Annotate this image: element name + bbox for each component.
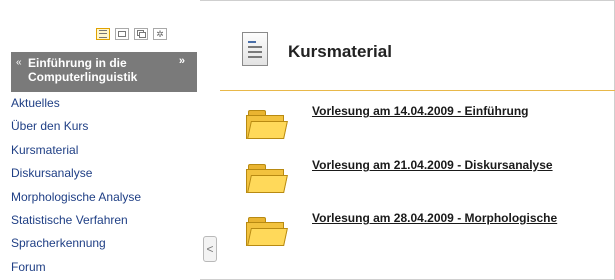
title-divider — [220, 90, 615, 91]
window-view-icon[interactable] — [115, 28, 129, 40]
folder-link[interactable]: Vorlesung am 28.04.2009 - Morphologische — [312, 211, 557, 225]
expand-icon[interactable]: » — [179, 55, 185, 67]
folder-item[interactable]: Vorlesung am 28.04.2009 - Morphologische — [246, 211, 615, 251]
folder-link[interactable]: Vorlesung am 21.04.2009 - Diskursanalyse — [312, 158, 553, 172]
folder-icon[interactable] — [246, 217, 288, 247]
course-header[interactable]: « Einführung in die Computerlinguistik » — [11, 52, 197, 92]
sidebar-item-morphologische-analyse[interactable]: Morphologische Analyse — [11, 187, 141, 210]
sidebar-item-statistische-verfahren[interactable]: Statistische Verfahren — [11, 210, 141, 233]
sidebar-item-ueber-den-kurs[interactable]: Über den Kurs — [11, 116, 141, 139]
chevron-left-icon: < — [206, 242, 214, 256]
sidebar-item-forum[interactable]: Forum — [11, 257, 141, 280]
folder-item[interactable]: Vorlesung am 14.04.2009 - Einführung — [246, 104, 615, 144]
folder-link[interactable]: Vorlesung am 14.04.2009 - Einführung — [312, 104, 529, 118]
sidebar-item-aktuelles[interactable]: Aktuelles — [11, 93, 141, 116]
page-title: Kursmaterial — [288, 42, 392, 61]
folder-icon[interactable] — [246, 110, 288, 140]
course-title: Einführung in die Computerlinguistik — [28, 56, 138, 84]
multi-window-icon[interactable] — [134, 28, 148, 40]
view-toggle-group: ✲ — [96, 28, 167, 40]
sidebar-item-kursmaterial[interactable]: Kursmaterial — [11, 140, 141, 163]
sidebar-item-spracherkennung[interactable]: Spracherkennung — [11, 233, 141, 256]
sidebar-item-diskursanalyse[interactable]: Diskursanalyse — [11, 163, 141, 186]
settings-icon[interactable]: ✲ — [153, 28, 167, 40]
collapse-up-icon[interactable]: « — [16, 57, 22, 68]
main-content: Kursmaterial Vorlesung am 14.04.2009 - E… — [220, 0, 615, 280]
collapse-sidebar-button[interactable]: < — [203, 236, 217, 262]
sidebar-nav: Aktuelles Über den Kurs Kursmaterial Dis… — [11, 93, 141, 280]
document-icon — [242, 32, 268, 66]
folder-icon[interactable] — [246, 164, 288, 194]
folder-item[interactable]: Vorlesung am 21.04.2009 - Diskursanalyse — [246, 158, 615, 198]
sidebar: ✲ « Einführung in die Computerlinguistik… — [0, 0, 200, 280]
list-view-icon[interactable] — [96, 28, 110, 40]
